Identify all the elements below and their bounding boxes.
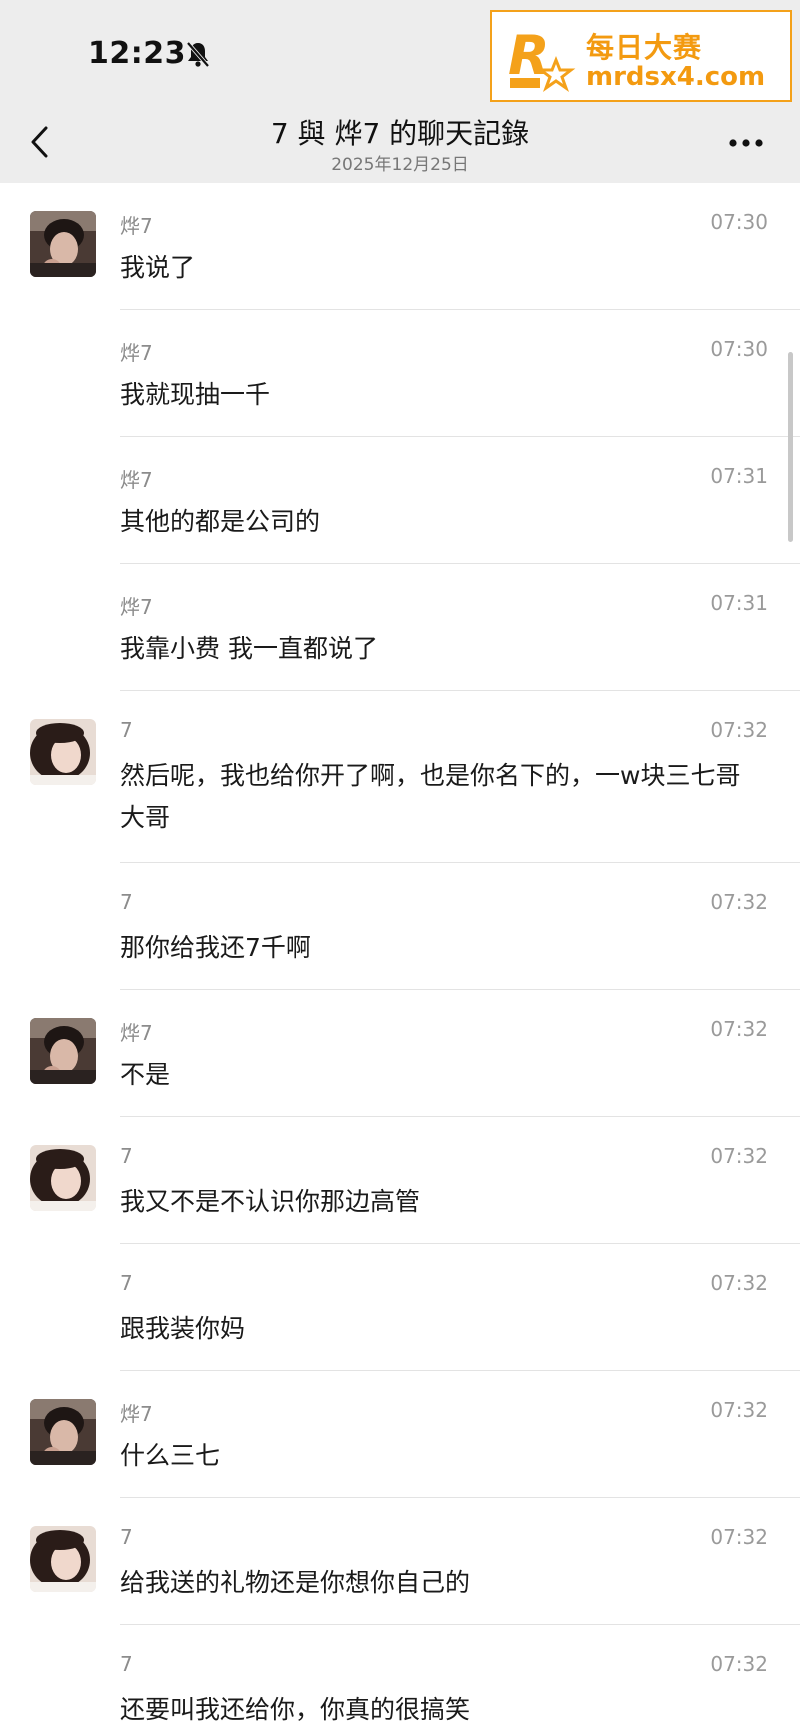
message-item[interactable]: 7 07:32 那你给我还7千啊 bbox=[0, 863, 800, 990]
message-text: 还要叫我还给你，你真的很搞笑 bbox=[120, 1695, 471, 1724]
message-text: 不是 bbox=[120, 1060, 171, 1089]
message-time: 07:30 bbox=[710, 337, 768, 361]
message-time: 07:31 bbox=[710, 464, 768, 488]
message-sender: 烨7 bbox=[120, 1021, 153, 1045]
more-options-icon[interactable] bbox=[728, 138, 764, 148]
message-text: 然后呢，我也给你开了啊，也是你名下的，一w块三七哥大哥 bbox=[120, 761, 741, 832]
message-sender: 7 bbox=[120, 890, 133, 914]
message-time: 07:32 bbox=[710, 1652, 768, 1676]
avatar[interactable] bbox=[30, 1145, 96, 1211]
male-avatar-icon bbox=[30, 1399, 96, 1465]
watermark-logo-icon: R bbox=[508, 24, 576, 92]
message-item[interactable]: 烨7 07:32 什么三七 bbox=[0, 1371, 800, 1498]
message-time: 07:32 bbox=[710, 1398, 768, 1422]
message-item[interactable]: 烨7 07:31 我靠小费 我一直都说了 bbox=[0, 564, 800, 691]
message-sender: 烨7 bbox=[120, 214, 153, 238]
avatar[interactable] bbox=[30, 1018, 96, 1084]
message-item[interactable]: 7 07:32 跟我装你妈 bbox=[0, 1244, 800, 1371]
message-time: 07:31 bbox=[710, 591, 768, 615]
message-time: 07:32 bbox=[710, 1017, 768, 1041]
chat-header-bar: 12:23 R 每日大赛 mrdsx4.com 7 與 烨7 的聊天記錄 202… bbox=[0, 0, 800, 183]
message-sender: 7 bbox=[120, 718, 133, 742]
watermark-name: 每日大赛 bbox=[586, 31, 703, 64]
message-text: 我就现抽一千 bbox=[120, 380, 271, 409]
message-text: 其他的都是公司的 bbox=[120, 507, 321, 536]
message-sender: 烨7 bbox=[120, 595, 153, 619]
message-text: 什么三七 bbox=[120, 1441, 221, 1470]
message-item[interactable]: 烨7 07:31 其他的都是公司的 bbox=[0, 437, 800, 564]
male-avatar-icon bbox=[30, 1018, 96, 1084]
message-text: 那你给我还7千啊 bbox=[120, 933, 311, 962]
message-item[interactable]: 7 07:32 给我送的礼物还是你想你自己的 bbox=[0, 1498, 800, 1625]
message-item[interactable]: 烨7 07:30 我就现抽一千 bbox=[0, 310, 800, 437]
message-text: 我靠小费 我一直都说了 bbox=[120, 634, 378, 663]
message-sender: 烨7 bbox=[120, 341, 153, 365]
message-text: 跟我装你妈 bbox=[120, 1314, 246, 1343]
message-time: 07:32 bbox=[710, 1525, 768, 1549]
watermark-badge: R 每日大赛 mrdsx4.com bbox=[490, 10, 792, 102]
watermark-url: mrdsx4.com bbox=[586, 62, 766, 92]
svg-text:R: R bbox=[508, 24, 550, 87]
message-text: 我又不是不认识你那边高管 bbox=[120, 1187, 421, 1216]
message-sender: 烨7 bbox=[120, 468, 153, 492]
message-sender: 7 bbox=[120, 1652, 133, 1676]
message-sender: 7 bbox=[120, 1144, 133, 1168]
message-time: 07:32 bbox=[710, 1271, 768, 1295]
message-text: 我说了 bbox=[120, 253, 196, 282]
avatar[interactable] bbox=[30, 719, 96, 785]
female-avatar-icon bbox=[30, 1145, 96, 1211]
message-sender: 7 bbox=[120, 1271, 133, 1295]
status-bar-time: 12:23 bbox=[88, 36, 186, 71]
avatar[interactable] bbox=[30, 1399, 96, 1465]
chat-title: 7 與 烨7 的聊天記錄 bbox=[270, 117, 530, 150]
message-item[interactable]: 7 07:32 我又不是不认识你那边高管 bbox=[0, 1117, 800, 1244]
message-list: 烨7 07:30 我说了 烨7 07:30 我就现抽一千 烨7 07:31 其他… bbox=[0, 183, 800, 1735]
female-avatar-icon bbox=[30, 719, 96, 785]
message-time: 07:32 bbox=[710, 718, 768, 742]
message-time: 07:30 bbox=[710, 210, 768, 234]
message-time: 07:32 bbox=[710, 890, 768, 914]
avatar[interactable] bbox=[30, 1526, 96, 1592]
message-time: 07:32 bbox=[710, 1144, 768, 1168]
message-item[interactable]: 7 07:32 还要叫我还给你，你真的很搞笑 bbox=[0, 1625, 800, 1735]
male-avatar-icon bbox=[30, 211, 96, 277]
message-item[interactable]: 烨7 07:32 不是 bbox=[0, 990, 800, 1117]
message-item[interactable]: 7 07:32 然后呢，我也给你开了啊，也是你名下的，一w块三七哥大哥 bbox=[0, 691, 800, 863]
avatar[interactable] bbox=[30, 211, 96, 277]
female-avatar-icon bbox=[30, 1526, 96, 1592]
chat-date: 2025年12月25日 bbox=[331, 155, 469, 175]
message-sender: 7 bbox=[120, 1525, 133, 1549]
message-item[interactable]: 烨7 07:30 我说了 bbox=[0, 183, 800, 310]
message-sender: 烨7 bbox=[120, 1402, 153, 1426]
bell-muted-icon bbox=[186, 41, 210, 68]
scrollbar[interactable] bbox=[788, 352, 793, 542]
message-text: 给我送的礼物还是你想你自己的 bbox=[120, 1568, 471, 1597]
